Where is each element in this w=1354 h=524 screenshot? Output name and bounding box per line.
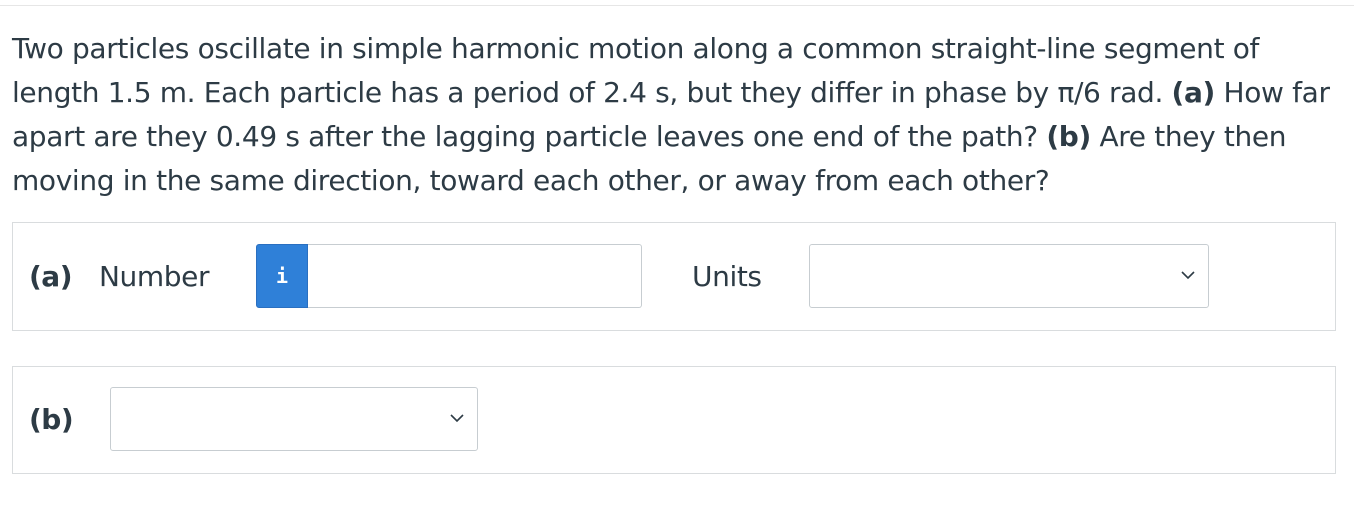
- info-icon: i: [275, 264, 289, 288]
- info-button[interactable]: i: [256, 244, 308, 308]
- direction-select[interactable]: [110, 387, 478, 451]
- number-input[interactable]: [308, 244, 642, 308]
- question-part-b-marker: (b): [1046, 120, 1091, 153]
- part-a-panel: (a) Number i Units: [12, 222, 1336, 331]
- chevron-down-icon: [1181, 271, 1195, 280]
- number-label: Number: [99, 260, 210, 293]
- question-line-2: length 1.5 m. Each particle has a period…: [12, 71, 1332, 115]
- question-line-1: Two particles oscillate in simple harmon…: [12, 32, 1260, 65]
- chevron-down-icon: [450, 414, 464, 423]
- question-line-4: moving in the same direction, toward eac…: [12, 164, 1050, 197]
- part-a-label: (a): [29, 260, 73, 293]
- question-part-a-marker: (a): [1171, 76, 1216, 109]
- part-b-panel: (b): [12, 366, 1336, 474]
- top-divider: [0, 5, 1354, 6]
- question-line-3-post: Are they then: [1090, 120, 1287, 153]
- units-label: Units: [692, 260, 762, 293]
- question-line-2-pre: length 1.5 m. Each particle has a period…: [12, 76, 1172, 109]
- part-b-label: (b): [29, 403, 74, 436]
- units-select[interactable]: [809, 244, 1209, 308]
- question-line-3-pre: apart are they 0.49 s after the lagging …: [12, 120, 1047, 153]
- question-text: Two particles oscillate in simple harmon…: [12, 27, 1332, 203]
- question-line-3: apart are they 0.49 s after the lagging …: [12, 115, 1332, 159]
- question-line-2-post: How far: [1215, 76, 1330, 109]
